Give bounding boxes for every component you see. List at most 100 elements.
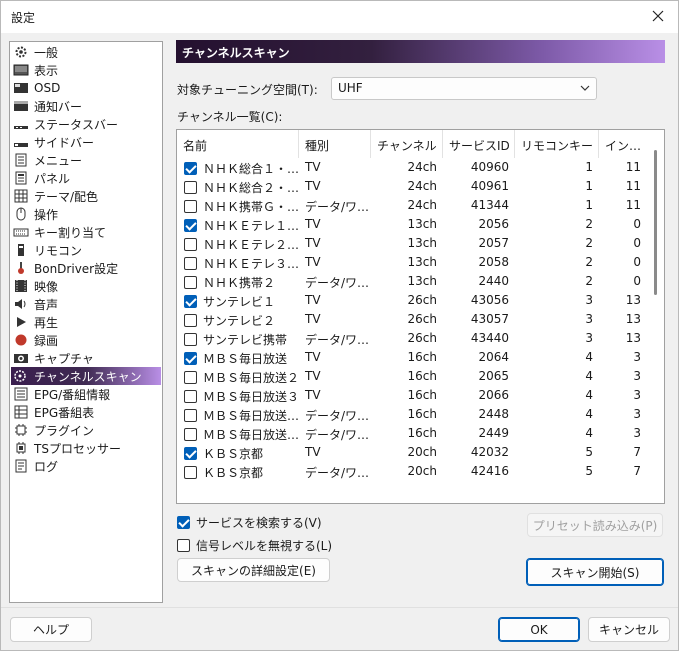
table-cell-remote: 2 — [585, 217, 593, 231]
row-checkbox[interactable] — [184, 238, 197, 251]
row-checkbox[interactable] — [184, 200, 197, 213]
sidebar-item[interactable]: 録画 — [11, 331, 161, 349]
sidebar-item[interactable]: リモコン — [11, 241, 161, 259]
table-cell-name: ＮＨＫ総合２・… — [177, 177, 299, 196]
table-cell-channel: 16ch — [407, 369, 437, 383]
sidebar-item[interactable]: キャプチャ — [11, 349, 161, 367]
sidebar-item[interactable]: 音声 — [11, 295, 161, 313]
sidebar-item[interactable]: テーマ/配色 — [11, 187, 161, 205]
table-row[interactable]: サンテレビ２ TV 26ch 43057 3 13 — [177, 310, 647, 329]
checkbox-icon[interactable] — [177, 539, 190, 552]
sidebar-item[interactable]: ステータスバー — [11, 115, 161, 133]
row-checkbox[interactable] — [184, 276, 197, 289]
sidebar-item-label: 映像 — [34, 279, 59, 294]
row-checkbox[interactable] — [184, 371, 197, 384]
sidebar-item[interactable]: EPG番組表 — [11, 403, 161, 421]
sidebar-item-label: BonDriver設定 — [34, 261, 119, 276]
row-checkbox[interactable] — [184, 181, 197, 194]
row-checkbox[interactable] — [184, 447, 197, 460]
channel-list[interactable]: 名前 種別 チャンネル サービスID リモコンキー イン… ＮＨＫ総合１・… TV 24ch 4… — [176, 129, 665, 504]
sidebar-item[interactable]: 通知バー — [11, 97, 161, 115]
column-header[interactable]: チャンネル — [371, 130, 443, 158]
table-row[interactable]: ＮＨＫ携帯Ｇ・… データ/ワ… 24ch 41344 1 11 — [177, 196, 647, 215]
table-cell-index: 3 — [633, 426, 641, 440]
sidebar-item[interactable]: TSプロセッサー — [11, 439, 161, 457]
sidebar-item[interactable]: 映像 — [11, 277, 161, 295]
channel-name: ＮＨＫ総合２・… — [203, 181, 299, 195]
scan-start-button[interactable]: スキャン開始(S) — [526, 558, 664, 586]
sidebar-item[interactable]: サイドバー — [11, 133, 161, 151]
column-header[interactable]: サービスID — [443, 130, 515, 158]
table-cell-name: ＮＨＫＥテレ３… — [177, 253, 299, 272]
table-row[interactable]: ＭＢＳ毎日放送２ TV 16ch 2065 4 3 — [177, 367, 647, 386]
sidebar-item[interactable]: 操作 — [11, 205, 161, 223]
row-checkbox[interactable] — [184, 314, 197, 327]
grid-icon — [13, 189, 29, 203]
tuning-space-select[interactable]: UHF — [331, 77, 597, 100]
sidebar-item[interactable]: メニュー — [11, 151, 161, 169]
row-checkbox[interactable] — [184, 428, 197, 441]
channel-list-scrollbar[interactable] — [646, 130, 664, 503]
column-header[interactable]: イン… — [599, 130, 647, 158]
table-cell-remote: 2 — [585, 236, 593, 250]
table-row[interactable]: ＭＢＳ毎日放送… データ/ワ… 16ch 2449 4 3 — [177, 424, 647, 443]
close-button[interactable] — [644, 5, 672, 29]
table-row[interactable]: ＮＨＫ総合２・… TV 24ch 40961 1 11 — [177, 177, 647, 196]
sidebar-item[interactable]: OSD — [11, 79, 161, 97]
table-cell-name: ＮＨＫ総合１・… — [177, 158, 299, 177]
table-cell-index: 7 — [633, 445, 641, 459]
table-row[interactable]: ＮＨＫＥテレ３… TV 13ch 2058 2 0 — [177, 253, 647, 272]
table-row[interactable]: ＭＢＳ毎日放送… データ/ワ… 16ch 2448 4 3 — [177, 405, 647, 424]
preset-load-button[interactable]: プリセット読み込み(P) — [527, 513, 663, 537]
row-checkbox[interactable] — [184, 333, 197, 346]
sidebar-item[interactable]: 表示 — [11, 61, 161, 79]
ignore-signal-checkbox[interactable]: 信号レベルを無視する(L) — [177, 537, 332, 554]
ignore-signal-label: 信号レベルを無視する(L) — [196, 539, 333, 553]
table-row[interactable]: ＭＢＳ毎日放送 TV 16ch 2064 4 3 — [177, 348, 647, 367]
sidebar-item[interactable]: 再生 — [11, 313, 161, 331]
table-row[interactable]: ＮＨＫ総合１・… TV 24ch 40960 1 11 — [177, 158, 647, 177]
table-cell-index: 11 — [625, 179, 641, 193]
table-row[interactable]: ＮＨＫＥテレ２… TV 13ch 2057 2 0 — [177, 234, 647, 253]
table-row[interactable]: ＮＨＫＥテレ１… TV 13ch 2056 2 0 — [177, 215, 647, 234]
table-cell-service-id: 43057 — [470, 312, 509, 326]
ok-button[interactable]: OK — [498, 617, 580, 642]
row-checkbox[interactable] — [184, 390, 197, 403]
table-row[interactable]: ＫＢＳ京都 データ/ワ… 20ch 42416 5 7 — [177, 462, 647, 481]
row-checkbox[interactable] — [184, 295, 197, 308]
row-checkbox[interactable] — [184, 257, 197, 270]
scrollbar-thumb[interactable] — [654, 150, 657, 295]
sidebar-item[interactable]: 一般 — [11, 43, 161, 61]
sidebar-item-label: 再生 — [34, 315, 59, 330]
row-checkbox[interactable] — [184, 352, 197, 365]
checkbox-icon[interactable] — [177, 516, 190, 529]
table-row[interactable]: ＮＨＫ携帯２ データ/ワ… 13ch 2440 2 0 — [177, 272, 647, 291]
table-row[interactable]: サンテレビ１ TV 26ch 43056 3 13 — [177, 291, 647, 310]
search-services-checkbox[interactable]: サービスを検索する(V) — [177, 514, 322, 531]
row-checkbox[interactable] — [184, 409, 197, 422]
table-cell-index: 11 — [625, 160, 641, 174]
table-cell-type: データ/ワ… — [305, 466, 370, 480]
row-checkbox[interactable] — [184, 466, 197, 479]
scan-detail-button[interactable]: スキャンの詳細設定(E) — [177, 558, 330, 582]
column-header[interactable]: 種別 — [299, 130, 371, 158]
sidebar-item[interactable]: EPG/番組情報 — [11, 385, 161, 403]
row-checkbox[interactable] — [184, 219, 197, 232]
sidebar-item[interactable]: BonDriver設定 — [11, 259, 161, 277]
sidebar-item[interactable]: プラグイン — [11, 421, 161, 439]
column-header[interactable]: リモコンキー — [515, 130, 599, 158]
table-row[interactable]: ＭＢＳ毎日放送３ TV 16ch 2066 4 3 — [177, 386, 647, 405]
channel-list-label: チャンネル一覧(C): — [177, 110, 283, 124]
column-header[interactable]: 名前 — [177, 130, 299, 158]
sidebar-item[interactable]: パネル — [11, 169, 161, 187]
sidebar-item[interactable]: チャンネルスキャン — [11, 367, 161, 385]
cancel-button[interactable]: キャンセル — [588, 617, 670, 642]
table-row[interactable]: ＫＢＳ京都 TV 20ch 42032 5 7 — [177, 443, 647, 462]
settings-category-list[interactable]: 一般 表示 OSD 通知バー ステータスバー サイドバー メニュー パネル テーマ/配色 操作 キー… — [9, 41, 163, 603]
table-row[interactable]: サンテレビ携帯 データ/ワ… 26ch 43440 3 13 — [177, 329, 647, 348]
table-cell-remote: 5 — [585, 464, 593, 478]
sidebar-item[interactable]: キー割り当て — [11, 223, 161, 241]
row-checkbox[interactable] — [184, 162, 197, 175]
sidebar-item[interactable]: ログ — [11, 457, 161, 475]
help-button[interactable]: ヘルプ — [10, 617, 92, 642]
